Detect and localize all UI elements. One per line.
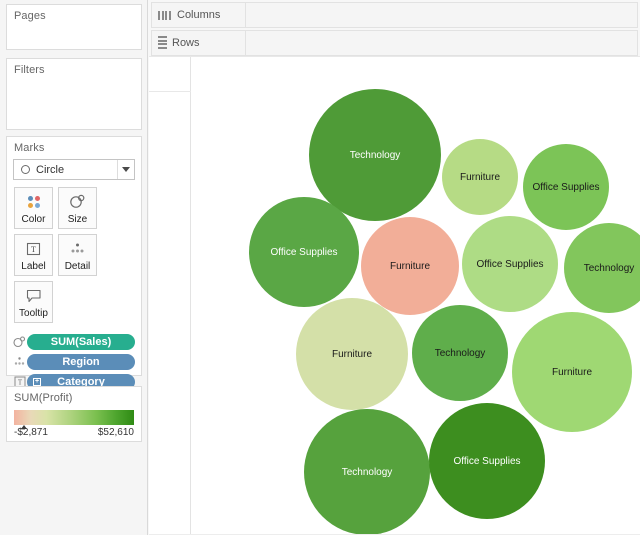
tooltip-button-label: Tooltip [19,308,48,319]
marks-pill-row: SUM(Sales) [12,333,135,350]
marks-card-title: Marks [14,142,45,154]
bubble-mark[interactable]: Office Supplies [523,144,609,230]
filters-card-title: Filters [14,64,45,76]
rows-shelf-label: Rows [151,30,246,56]
bubble-mark[interactable]: Furniture [512,312,632,432]
rows-shelf-text: Rows [172,37,200,49]
pill-label: SUM(Sales) [50,335,112,348]
bubble-label: Furniture [331,348,372,360]
bubble-label: Furniture [551,366,592,378]
pill-region[interactable]: Region [27,353,135,370]
pill-sum-sales[interactable]: SUM(Sales) [27,333,135,350]
size-icon [12,335,27,348]
bubble-mark[interactable]: Technology [412,305,508,401]
left-side-panel: Pages Filters Marks Circle Color Size T … [0,0,148,535]
mark-type-dropdown[interactable]: Circle [13,159,135,180]
columns-icon [158,10,172,20]
color-legend-max: $52,610 [97,427,134,438]
bubble-mark[interactable]: Technology [309,89,441,221]
bubble-mark[interactable]: Office Supplies [462,216,558,312]
columns-shelf[interactable]: Columns [151,2,638,28]
bubble-label: Office Supplies [476,258,544,270]
rows-shelf[interactable]: Rows [151,30,638,56]
detail-icon [12,356,27,367]
marks-card: Marks Circle Color Size T Label Detail T… [6,136,142,410]
columns-shelf-dropzone[interactable] [246,2,638,28]
size-button-label: Size [67,214,88,225]
bubble-mark[interactable]: Office Supplies [429,403,545,519]
pages-card-title: Pages [14,10,46,22]
size-button[interactable]: Size [58,187,97,229]
marks-pill-row: Region [12,353,135,370]
detail-button-label: Detail [64,261,91,272]
bubble-mark[interactable]: Technology [304,409,430,535]
mark-type-value: Circle [36,163,65,176]
color-legend-gradient[interactable] [14,410,134,429]
tableau-worksheet: Pages Filters Marks Circle Color Size T … [0,0,640,535]
bubble-label: Technology [583,262,635,274]
bubble-chart-canvas[interactable]: Technology Furniture Office Supplies Office… [191,57,640,535]
label-button[interactable]: T Label [14,234,53,276]
bubble-label: Technology [434,347,486,359]
bubble-mark[interactable]: Furniture [361,217,459,315]
rows-shelf-dropzone[interactable] [246,30,638,56]
label-icon: T [26,240,41,257]
color-legend-min: -$2,871 [14,427,48,438]
view-horizontal-divider [149,91,193,92]
color-dots-icon [27,193,40,210]
color-legend-card: SUM(Profit) -$2,871 $52,610 [6,386,142,442]
bubble-label: Office Supplies [270,246,338,258]
svg-text:T: T [17,378,22,386]
color-legend-range: -$2,871 $52,610 [7,425,141,438]
columns-shelf-label: Columns [151,2,246,28]
pages-card[interactable]: Pages [6,4,142,50]
color-button[interactable]: Color [14,187,53,229]
bubble-label: Furniture [389,260,430,272]
filters-card[interactable]: Filters [6,58,142,130]
rows-icon [158,36,167,50]
tooltip-button[interactable]: Tooltip [14,281,53,323]
chevron-down-icon[interactable] [117,160,134,179]
size-icon [69,193,86,210]
tooltip-icon [26,287,42,304]
bubble-mark[interactable]: Furniture [296,298,408,410]
detail-icon [69,240,86,257]
bubble-label: Furniture [459,171,500,183]
color-button-label: Color [21,214,46,225]
bubble-label: Technology [341,466,393,478]
bubble-label: Office Supplies [532,181,600,193]
expand-plus-icon[interactable]: + [33,377,41,386]
shelf-area: Columns Rows [149,0,640,56]
pill-label: Region [62,355,100,368]
bubble-mark[interactable]: Furniture [442,139,518,215]
circle-icon [21,165,30,174]
bubble-mark[interactable]: Technology [564,223,640,313]
label-button-label: Label [21,261,46,272]
bubble-label: Technology [349,149,401,161]
bubble-mark[interactable]: Office Supplies [249,197,359,307]
svg-text:T: T [31,245,36,254]
detail-button[interactable]: Detail [58,234,97,276]
legend-zero-notch-icon [21,425,27,429]
columns-shelf-text: Columns [177,9,221,21]
marks-buttons: Color Size T Label Detail Tooltip [7,180,141,323]
worksheet-view: Technology Furniture Office Supplies Office… [149,56,640,535]
color-legend-title: SUM(Profit) [14,392,73,404]
bubble-label: Office Supplies [453,455,521,467]
